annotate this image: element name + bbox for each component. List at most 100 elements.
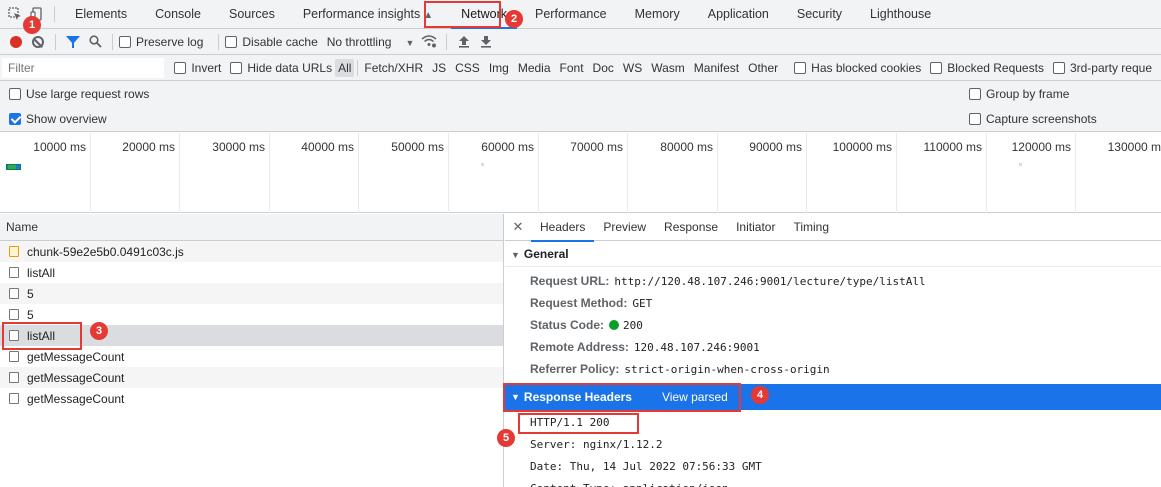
filter-type-img[interactable]: Img [486,59,512,77]
close-icon[interactable]: ✕ [507,219,529,235]
overview-gridline [90,133,91,213]
request-name: 5 [27,286,34,301]
filter-type-fetch-xhr[interactable]: Fetch/XHR [361,59,426,77]
filter-type-js[interactable]: JS [429,59,449,77]
overview-gridline [179,133,180,213]
disable-cache-checkbox[interactable]: Disable cache [225,34,318,49]
network-conditions-button[interactable] [418,31,440,53]
overview-tick-label: 80000 ms [660,140,713,154]
filter-type-ws[interactable]: WS [620,59,645,77]
overview-tick-label: 30000 ms [212,140,265,154]
network-overview[interactable]: 10000 ms 20000 ms 30000 ms 40000 ms 50000 ms… [0,133,1161,213]
checkbox-box [1052,61,1065,74]
disable-cache-label: Disable cache [242,34,318,49]
checkbox-box [969,112,981,125]
tab-elements[interactable]: Elements [61,0,141,29]
request-name: getMessageCount [27,349,125,364]
response-header-line: Content-Type: application/json [505,478,1161,487]
table-row[interactable]: getMessageCount [0,367,503,388]
filter-type-css[interactable]: CSS [452,59,483,77]
tab-application[interactable]: Application [694,0,783,29]
general-value: GET [632,297,653,310]
divider [446,33,448,50]
capture-screenshots-label: Capture screenshots [986,111,1097,126]
third-party-checkbox[interactable]: 3rd-party reque [1052,61,1152,75]
large-rows-checkbox[interactable]: Use large request rows [9,87,149,101]
tab-console[interactable]: Console [141,0,215,29]
overview-tick-label: 100000 ms [832,140,892,154]
general-section-header[interactable]: ▼ General [505,241,1161,267]
filter-type-manifest[interactable]: Manifest [691,59,742,77]
detail-tab-preview[interactable]: Preview [594,214,655,241]
throttling-value: No throttling [326,34,392,49]
detail-tab-timing[interactable]: Timing [784,214,838,241]
filter-toggle-button[interactable] [62,31,84,53]
has-blocked-cookies-checkbox[interactable]: Has blocked cookies [794,61,921,75]
overview-tick-label: 110000 ms [923,140,982,154]
table-row[interactable]: chunk-59e2e5b0.0491c03c.js [0,241,503,262]
invert-checkbox[interactable]: Invert [174,61,221,75]
general-value: 200 [623,319,643,332]
tab-memory[interactable]: Memory [621,0,694,29]
checkbox-box [230,61,243,74]
document-file-icon [9,288,19,299]
record-button[interactable] [5,31,27,53]
general-title: General [523,247,569,261]
general-value: strict-origin-when-cross-origin [624,363,830,376]
detail-tab-list: Headers Preview Response Initiator Timing [531,214,838,242]
overview-gridline [806,133,807,213]
general-row: Referrer Policy: strict-origin-when-cross… [505,358,1161,380]
overview-tick-label: 40000 ms [301,140,354,154]
overview-gridline [1075,133,1076,213]
devtools-tabbar: Elements Console Sources Performance insigh… [0,0,1161,29]
preserve-log-checkbox[interactable]: Preserve log [119,35,203,49]
table-row[interactable]: 5 [0,283,503,304]
wifi-settings-icon [421,35,437,48]
invert-label: Invert [191,60,222,75]
detail-tab-headers[interactable]: Headers [531,214,595,242]
general-key: Request Method: [530,296,628,310]
filter-input[interactable] [2,57,165,78]
hide-data-urls-label: Hide data URLs [247,60,333,75]
overview-tick-label: 60000 ms [481,140,534,154]
divider [112,33,113,50]
overview-gridline [717,133,718,213]
detail-tab-initiator[interactable]: Initiator [727,214,784,241]
filter-type-doc[interactable]: Doc [590,59,617,77]
request-details: ✕ Headers Preview Response Initiator Timing … [505,214,1161,487]
show-overview-label: Show overview [26,111,107,126]
overview-gridline [269,133,270,213]
tab-performance[interactable]: Performance [521,0,621,29]
annotation-badge: 3 [90,322,108,340]
group-by-frame-checkbox[interactable]: Group by frame [969,87,1069,101]
tab-security[interactable]: Security [783,0,856,29]
table-row[interactable]: getMessageCount [0,388,503,409]
filter-type-other[interactable]: Other [745,59,781,77]
hide-data-urls-checkbox[interactable]: Hide data URLs [230,61,332,75]
overview-gridline [448,133,449,213]
blocked-requests-label: Blocked Requests [947,60,1044,75]
filter-type-wasm[interactable]: Wasm [648,59,688,77]
general-key: Status Code: [530,318,605,332]
filter-type-all[interactable]: All [335,58,355,77]
throttling-select[interactable]: No throttling ▼ [327,35,415,49]
export-har-button[interactable] [475,31,497,53]
filter-type-font[interactable]: Font [557,59,587,77]
detail-tab-response[interactable]: Response [655,214,727,241]
divider [54,6,55,22]
search-button[interactable] [84,31,106,53]
checkbox-box [794,61,807,74]
overview-gridline [896,133,897,213]
overview-dot [481,163,484,166]
name-column-header[interactable]: Name [0,214,503,241]
overview-dot [1019,163,1022,166]
show-overview-checkbox[interactable]: Show overview [9,112,107,126]
tab-lighthouse[interactable]: Lighthouse [856,0,945,29]
capture-screenshots-checkbox[interactable]: Capture screenshots [969,112,1097,126]
tab-sources[interactable]: Sources [215,0,289,29]
blocked-requests-checkbox[interactable]: Blocked Requests [930,61,1044,75]
import-har-button[interactable] [453,31,475,53]
filter-type-media[interactable]: Media [515,59,554,77]
table-row[interactable]: listAll [0,262,503,283]
request-name: getMessageCount [27,391,125,406]
